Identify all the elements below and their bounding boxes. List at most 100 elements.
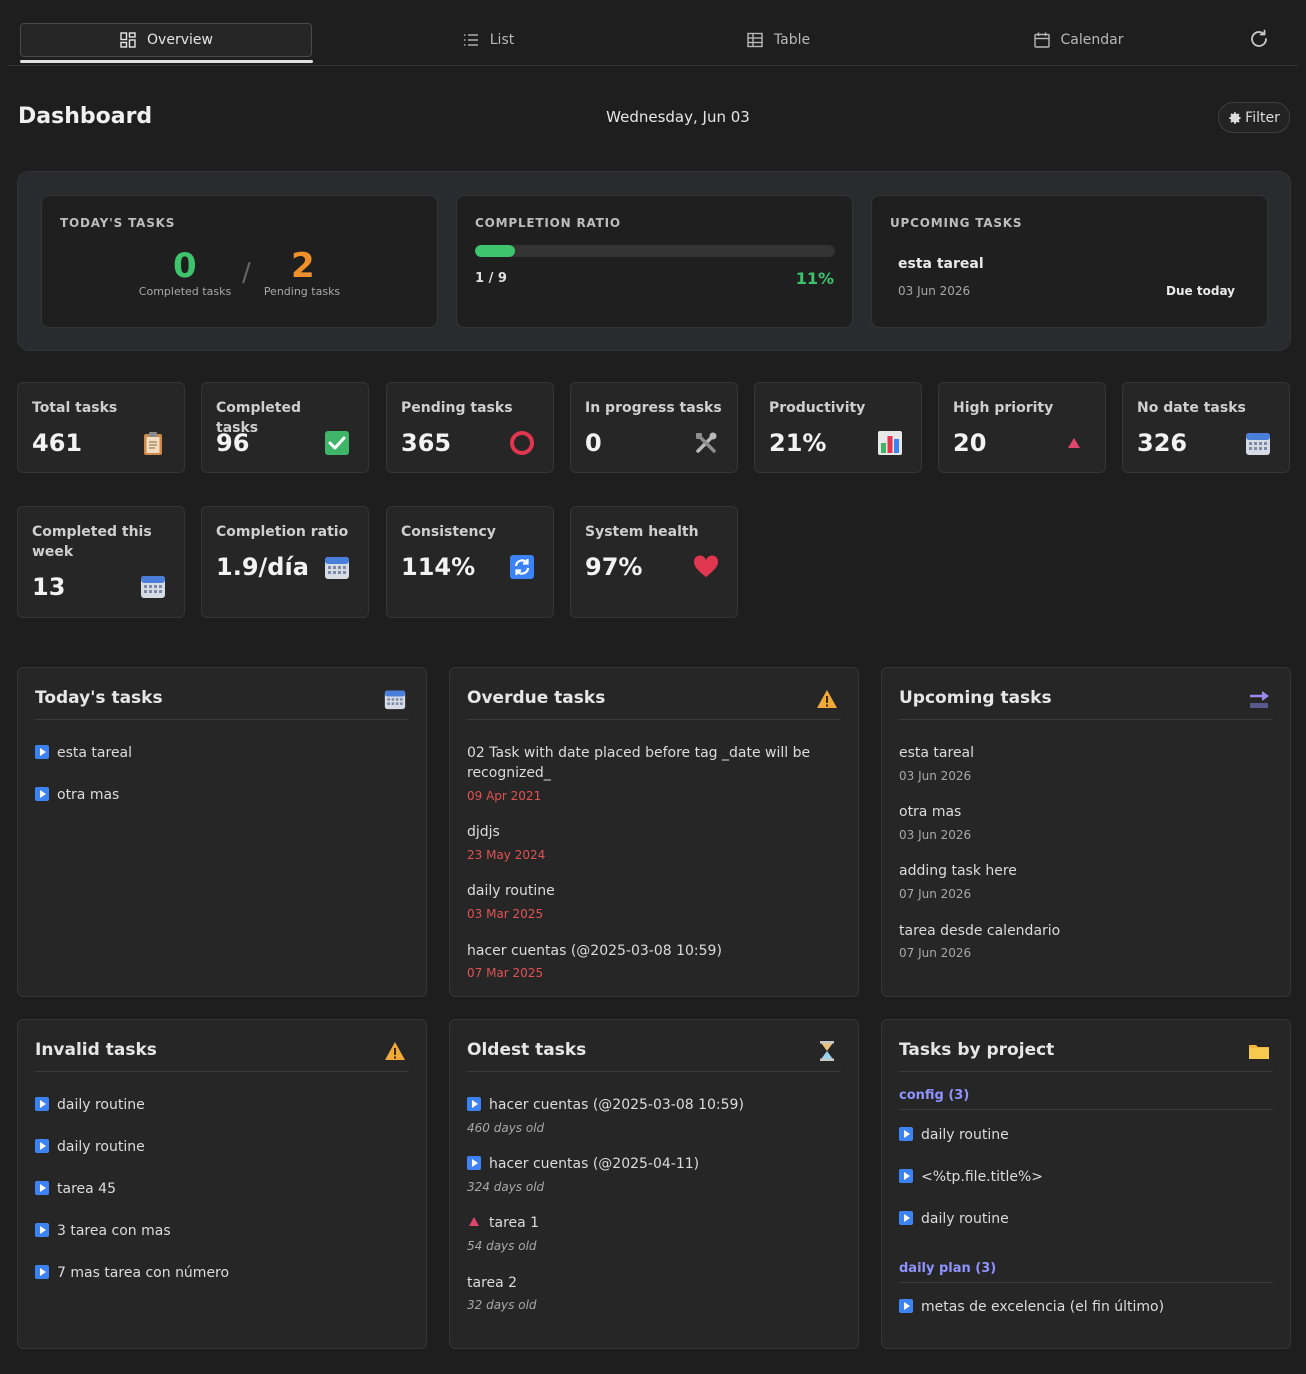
- task-name: hacer cuentas (@2025-04-11): [489, 1156, 700, 1172]
- tab-table[interactable]: Table: [708, 23, 848, 57]
- tab-calendar[interactable]: Calendar: [1008, 23, 1148, 57]
- stat-value: 1.9/día: [216, 553, 309, 581]
- page-title: Dashboard: [18, 104, 153, 129]
- tab-list[interactable]: List: [418, 23, 558, 57]
- due-badge: Due today: [1166, 284, 1235, 298]
- panel-title: Today's tasks: [35, 688, 163, 708]
- play-checkbox-icon[interactable]: [35, 1139, 49, 1153]
- stat-no-date-tasks: No date tasks 326: [1122, 382, 1290, 473]
- task-date: 07 Jun 2026: [899, 887, 972, 901]
- panel-title: Upcoming tasks: [899, 688, 1052, 708]
- list-item[interactable]: djdjs: [467, 822, 841, 842]
- stat-pending-tasks: Pending tasks 365: [386, 382, 554, 473]
- calendar-icon: [384, 690, 406, 710]
- play-checkbox-icon[interactable]: [467, 1097, 481, 1111]
- stat-value: 461: [32, 429, 83, 457]
- list-item[interactable]: hacer cuentas (@2025-04-11): [467, 1154, 841, 1174]
- refresh-icon[interactable]: [1248, 28, 1270, 50]
- warning-icon: [817, 690, 837, 708]
- list-item[interactable]: 7 mas tarea con número: [35, 1263, 409, 1283]
- grid-icon: [120, 32, 136, 48]
- task-name: daily routine: [921, 1211, 1009, 1227]
- stat-value: 96: [216, 429, 250, 457]
- pending-label: Pending tasks: [263, 285, 341, 298]
- task-name: 7 mas tarea con número: [57, 1265, 230, 1281]
- stat-total-tasks: Total tasks 461: [17, 382, 185, 473]
- list-item[interactable]: daily routine: [899, 1125, 1273, 1145]
- list-item[interactable]: hacer cuentas (@2025-03-08 10:59): [467, 1095, 841, 1115]
- circle-icon: [510, 431, 534, 455]
- overdue-date: 07 Mar 2025: [467, 966, 544, 980]
- triangle-icon: [1068, 438, 1080, 448]
- divider: [899, 719, 1273, 720]
- play-checkbox-icon[interactable]: [35, 1223, 49, 1237]
- play-checkbox-icon[interactable]: [899, 1127, 913, 1141]
- task-name: esta tareal: [57, 745, 133, 761]
- list-item[interactable]: 3 tarea con mas: [35, 1221, 409, 1241]
- stat-label: Productivity: [769, 400, 866, 416]
- list-item[interactable]: esta tareal: [35, 743, 409, 763]
- list-item[interactable]: metas de excelencia (el fin último): [899, 1297, 1273, 1317]
- play-checkbox-icon[interactable]: [35, 1097, 49, 1111]
- tab-label: Calendar: [1060, 32, 1124, 48]
- list-item[interactable]: hacer cuentas (@2025-03-08 10:59): [467, 941, 841, 961]
- stat-value: 365: [401, 429, 452, 457]
- task-name: daily routine: [57, 1097, 145, 1113]
- oldest-tasks-panel: Oldest tasks hacer cuentas (@2025-03-08 …: [449, 1019, 859, 1349]
- repeat-icon: [510, 555, 534, 579]
- stat-label: Completion ratio: [216, 524, 349, 540]
- filter-button[interactable]: Filter: [1218, 102, 1290, 133]
- upcoming-tasks-card: UPCOMING TASKS esta tareal 03 Jun 2026 D…: [871, 195, 1268, 328]
- list-item[interactable]: daily routine: [35, 1095, 409, 1115]
- play-checkbox-icon[interactable]: [899, 1299, 913, 1313]
- task-age: 32 days old: [467, 1298, 537, 1312]
- stat-label: Pending tasks: [401, 400, 513, 416]
- list-item[interactable]: tarea 45: [35, 1179, 409, 1199]
- folder-icon: [1249, 1045, 1269, 1059]
- list-item[interactable]: adding task here: [899, 861, 1273, 881]
- stat-completion-ratio: Completion ratio 1.9/día: [201, 506, 369, 618]
- list-item[interactable]: otra mas: [35, 785, 409, 805]
- panel-title: Invalid tasks: [35, 1040, 157, 1060]
- play-checkbox-icon[interactable]: [35, 745, 49, 759]
- list-item[interactable]: tarea 2: [467, 1273, 841, 1293]
- list-item[interactable]: tarea 1: [467, 1213, 841, 1233]
- list-icon: [463, 34, 478, 46]
- play-checkbox-icon[interactable]: [35, 787, 49, 801]
- play-checkbox-icon[interactable]: [899, 1169, 913, 1183]
- divider: [899, 1071, 1273, 1072]
- stat-value: 0: [585, 429, 602, 457]
- play-checkbox-icon[interactable]: [35, 1265, 49, 1279]
- task-name: tarea 1: [489, 1215, 540, 1231]
- list-item[interactable]: 02 Task with date placed before tag _dat…: [467, 743, 812, 783]
- play-checkbox-icon[interactable]: [899, 1211, 913, 1225]
- play-checkbox-icon[interactable]: [35, 1181, 49, 1195]
- stat-label: High priority: [953, 400, 1054, 416]
- panel-title: Oldest tasks: [467, 1040, 587, 1060]
- hourglass-icon: [820, 1041, 834, 1061]
- upcoming-task-name[interactable]: esta tareal: [898, 256, 984, 272]
- todays-tasks-panel: Today's tasks esta tareal otra mas: [17, 667, 427, 997]
- play-checkbox-icon[interactable]: [467, 1156, 481, 1170]
- calendar-icon: [325, 557, 349, 579]
- list-item[interactable]: <%tp.file.title%>: [899, 1167, 1273, 1187]
- list-item[interactable]: otra mas: [899, 802, 1273, 822]
- task-name: daily routine: [921, 1127, 1009, 1143]
- list-item[interactable]: daily routine: [467, 881, 841, 901]
- current-date: Wednesday, Jun 03: [606, 108, 750, 126]
- tab-overview[interactable]: Overview: [20, 23, 312, 57]
- project-group-header[interactable]: daily plan (3): [899, 1261, 1273, 1283]
- bar-chart-icon: [878, 431, 902, 455]
- stat-label: System health: [585, 524, 699, 540]
- completed-label: Completed tasks: [138, 285, 232, 298]
- card-title: COMPLETION RATIO: [475, 216, 621, 230]
- list-item[interactable]: daily routine: [899, 1209, 1273, 1229]
- list-item[interactable]: daily routine: [35, 1137, 409, 1157]
- divider: [35, 1071, 409, 1072]
- list-item[interactable]: esta tareal: [899, 743, 1273, 763]
- summary-panel: TODAY'S TASKS 0 Completed tasks / 2 Pend…: [17, 171, 1291, 351]
- list-item[interactable]: tarea desde calendario: [899, 921, 1273, 941]
- project-group-header[interactable]: config (3): [899, 1088, 1273, 1110]
- overdue-tasks-panel: Overdue tasks 02 Task with date placed b…: [449, 667, 859, 997]
- task-date: 07 Jun 2026: [899, 946, 972, 960]
